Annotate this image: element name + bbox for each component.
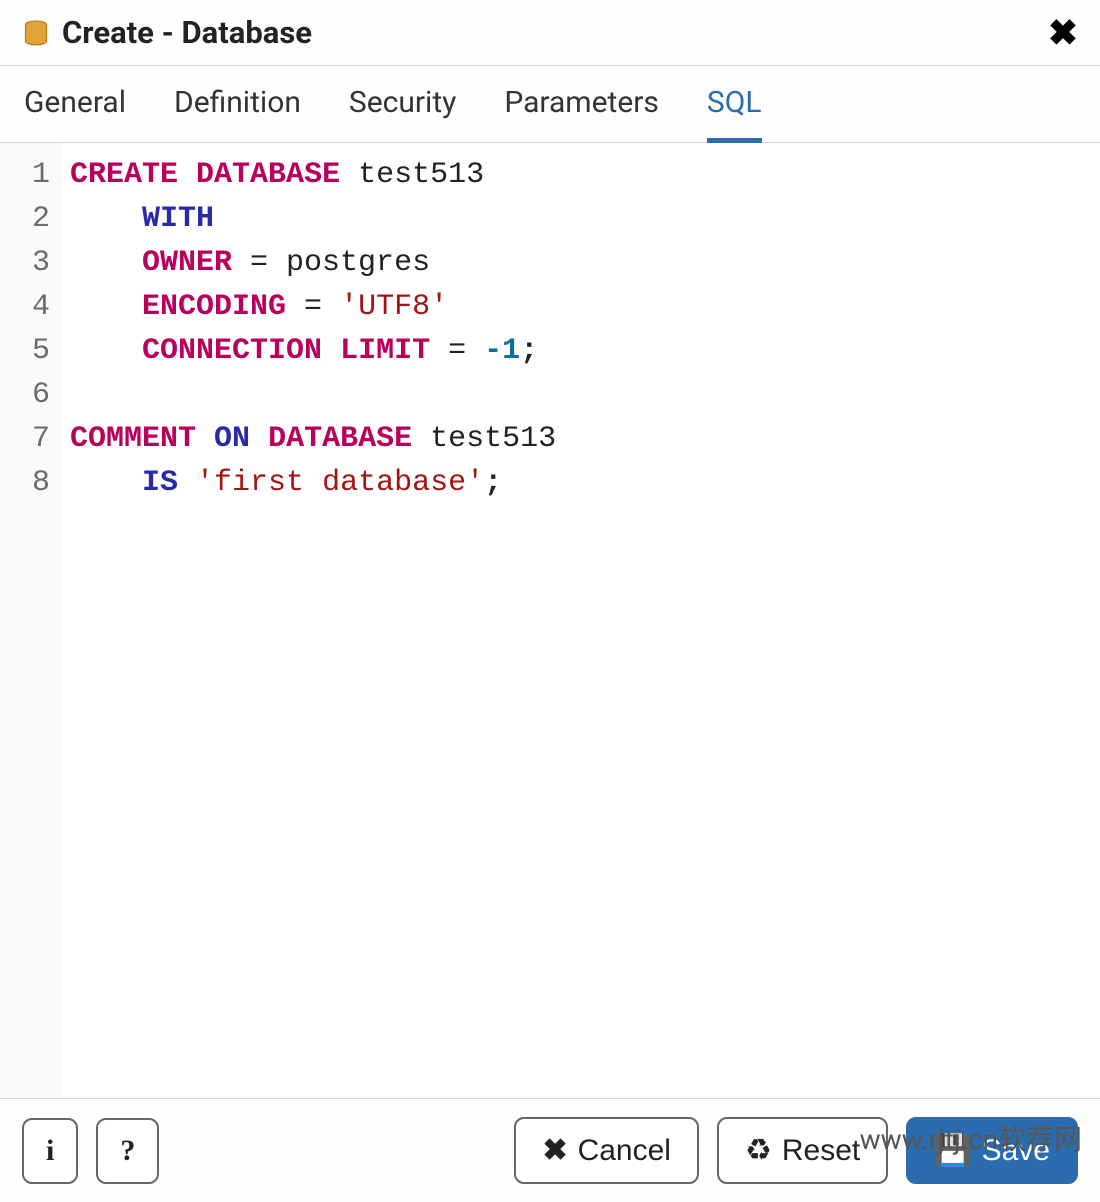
line-number: 7 <box>0 417 50 461</box>
database-icon <box>22 19 50 47</box>
line-number: 2 <box>0 197 50 241</box>
line-number: 3 <box>0 241 50 285</box>
titlebar-left: Create - Database <box>22 14 312 51</box>
close-icon[interactable]: ✖ <box>1048 15 1078 51</box>
save-button-label: Save <box>982 1134 1050 1168</box>
tab-security[interactable]: Security <box>349 85 456 143</box>
dialog-footer: i ? ✖ Cancel ♻ Reset 💾 Save <box>0 1099 1100 1202</box>
tab-sql[interactable]: SQL <box>707 85 762 143</box>
code-line[interactable]: IS 'first database'; <box>70 461 1100 505</box>
line-number: 5 <box>0 329 50 373</box>
dialog-title: Create - Database <box>62 14 312 51</box>
tab-bar: General Definition Security Parameters S… <box>0 66 1100 143</box>
line-number: 4 <box>0 285 50 329</box>
line-number: 6 <box>0 373 50 417</box>
code-line[interactable]: CREATE DATABASE test513 <box>70 153 1100 197</box>
info-button[interactable]: i <box>22 1118 78 1184</box>
cancel-button-label: Cancel <box>578 1134 671 1168</box>
info-icon: i <box>46 1134 54 1168</box>
help-icon: ? <box>120 1134 135 1168</box>
tab-definition[interactable]: Definition <box>174 85 301 143</box>
code-line[interactable]: OWNER = postgres <box>70 241 1100 285</box>
cancel-button[interactable]: ✖ Cancel <box>514 1117 699 1184</box>
create-database-dialog: Create - Database ✖ General Definition S… <box>0 0 1100 1202</box>
code-line[interactable]: CONNECTION LIMIT = -1; <box>70 329 1100 373</box>
code-line[interactable]: ENCODING = 'UTF8' <box>70 285 1100 329</box>
help-button[interactable]: ? <box>96 1118 159 1184</box>
code-line[interactable]: WITH <box>70 197 1100 241</box>
recycle-icon: ♻ <box>745 1133 772 1168</box>
save-button[interactable]: 💾 Save <box>906 1117 1078 1184</box>
code-line[interactable]: COMMENT ON DATABASE test513 <box>70 417 1100 461</box>
line-number: 8 <box>0 461 50 505</box>
tab-parameters[interactable]: Parameters <box>504 85 659 143</box>
line-number: 1 <box>0 153 50 197</box>
tab-general[interactable]: General <box>24 85 126 143</box>
close-icon: ✖ <box>542 1133 567 1168</box>
reset-button[interactable]: ♻ Reset <box>717 1117 888 1184</box>
reset-button-label: Reset <box>782 1134 860 1168</box>
sql-editor[interactable]: 12345678 CREATE DATABASE test513 WITH OW… <box>0 143 1100 1099</box>
save-icon: 💾 <box>934 1133 971 1168</box>
titlebar: Create - Database ✖ <box>0 0 1100 66</box>
code-line[interactable] <box>70 373 1100 417</box>
line-number-gutter: 12345678 <box>0 143 62 1098</box>
sql-code-area[interactable]: CREATE DATABASE test513 WITH OWNER = pos… <box>62 143 1100 1098</box>
